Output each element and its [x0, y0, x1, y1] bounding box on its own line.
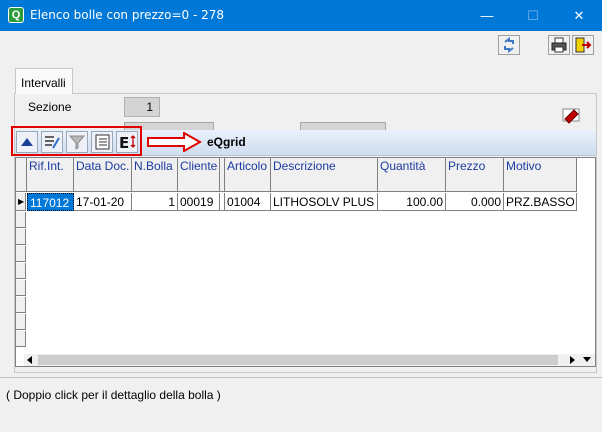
window-title: Elenco bolle con prezzo=0 - 278: [30, 8, 225, 22]
clear-filter-button[interactable]: [560, 104, 584, 126]
hidden-field-2[interactable]: [300, 122, 386, 130]
empty-row-indicator: [16, 297, 26, 313]
exit-button[interactable]: [572, 35, 594, 55]
eraser-icon: [562, 108, 580, 124]
refresh-button[interactable]: [498, 35, 520, 55]
status-bar: ( Doppio click per il dettaglio della bo…: [0, 377, 602, 432]
empty-row-indicator: [16, 331, 26, 347]
grid-cell[interactable]: 01004: [225, 193, 271, 211]
sezione-field[interactable]: 1: [124, 97, 160, 117]
svg-text:E: E: [119, 134, 129, 152]
column-header[interactable]: Prezzo: [446, 158, 504, 192]
list-settings-button[interactable]: [91, 131, 113, 153]
exit-icon: [575, 37, 592, 53]
empty-row-indicator: [16, 314, 26, 330]
horizontal-scrollbar[interactable]: [24, 354, 579, 366]
sort-up-icon: [21, 138, 33, 146]
column-header[interactable]: Cliente: [178, 158, 220, 192]
column-header[interactable]: Data Doc.: [74, 158, 132, 192]
grid-cell[interactable]: LITHOSOLV PLUS: [271, 193, 378, 211]
grid-cell[interactable]: 1: [132, 193, 178, 211]
list-settings-icon: [95, 134, 110, 150]
refresh-icon: [504, 37, 514, 53]
print-button[interactable]: [548, 35, 570, 55]
column-header[interactable]: Descrizione: [271, 158, 378, 192]
status-text: ( Doppio click per il dettaglio della bo…: [6, 388, 221, 402]
minimize-button[interactable]: —: [464, 0, 510, 31]
empty-row-indicator: [16, 263, 26, 279]
scroll-left-icon: [27, 356, 32, 364]
export-button[interactable]: E: [116, 131, 138, 153]
empty-row-indicator: [16, 246, 26, 262]
edit-columns-icon: [45, 136, 60, 149]
column-header[interactable]: Rif.Int.: [27, 158, 74, 192]
scroll-thumb[interactable]: [38, 355, 558, 365]
grid-corner: [16, 158, 27, 192]
column-header[interactable]: Quantità: [378, 158, 446, 192]
filter-button[interactable]: [66, 131, 88, 153]
column-header[interactable]: N.Bolla: [132, 158, 178, 192]
sezione-label: Sezione: [28, 100, 72, 114]
grid-cell[interactable]: 0.000: [446, 193, 504, 211]
tab-intervalli[interactable]: Intervalli: [15, 68, 73, 94]
data-grid[interactable]: Rif.Int. Data Doc. N.Bolla Cliente Artic…: [15, 157, 596, 367]
empty-row-indicator: [16, 212, 26, 228]
grid-cell[interactable]: 00019: [178, 193, 220, 211]
grid-cell[interactable]: 17-01-20: [74, 193, 132, 211]
empty-row-indicator: [16, 229, 26, 245]
app-icon: Q: [8, 7, 24, 23]
export-icon: E: [119, 134, 136, 152]
grid-cell[interactable]: 100.00: [378, 193, 446, 211]
close-button[interactable]: ✕: [556, 0, 602, 31]
print-icon: [551, 37, 567, 53]
row-indicator-icon: ▶: [16, 193, 26, 211]
grid-name-label: eQgrid: [207, 135, 246, 149]
column-header[interactable]: Motivo: [504, 158, 577, 192]
grid-cell[interactable]: 117012: [27, 193, 74, 211]
sort-button[interactable]: [16, 131, 38, 153]
grid-cell[interactable]: PRZ.BASSO: [504, 193, 577, 211]
maximize-button[interactable]: ☐: [510, 0, 556, 31]
column-header[interactable]: Articolo: [225, 158, 271, 192]
filter-icon: [68, 135, 86, 150]
scroll-down-icon: [583, 357, 591, 362]
empty-row-indicator: [16, 280, 26, 296]
scroll-corner: [579, 354, 595, 366]
arrow-annotation-icon: [147, 132, 202, 152]
title-bar: Q Elenco bolle con prezzo=0 - 278 — ☐ ✕: [0, 0, 602, 31]
edit-columns-button[interactable]: [41, 131, 63, 153]
scroll-right-icon: [570, 356, 575, 364]
